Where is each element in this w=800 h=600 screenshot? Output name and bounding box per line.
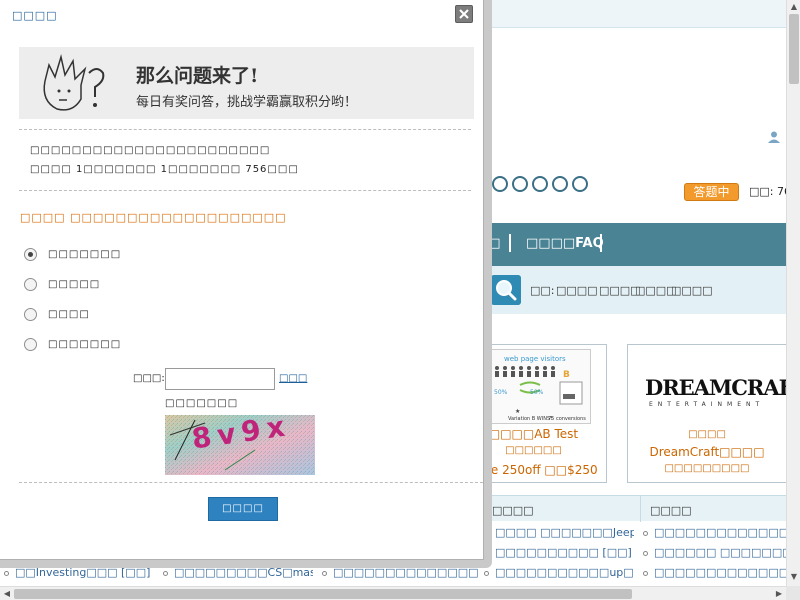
list-item[interactable]: □□□□□□□□□□□up□□□□□□□ — [484, 566, 634, 579]
scrollbar-corner — [786, 586, 800, 600]
answer-option-label: □□□□□□□ — [48, 338, 122, 350]
answer-option-label: □□□□□ — [48, 278, 101, 290]
radio-button[interactable] — [24, 247, 37, 261]
answering-button[interactable]: 答题中 — [684, 183, 739, 201]
ab-test-image-caption: web page visitors — [504, 355, 566, 363]
table-header-cell: □□□□ — [650, 504, 692, 517]
quiz-banner: 那么问题来了! 每日有奖问答，挑战学霸赢取积分哟！ — [19, 47, 474, 119]
svg-text:50%: 50% — [494, 389, 508, 396]
close-button[interactable] — [455, 5, 473, 23]
thinking-face-icon — [43, 54, 105, 111]
progress-dot — [532, 176, 548, 192]
list-item[interactable]: □□□□□□□□□□□□□□□□□□ [□□□ — [643, 566, 786, 579]
list-item[interactable]: □□□□□□ □□□□□□□□□□□□□□□□ — [643, 546, 786, 559]
radio-button[interactable] — [24, 277, 37, 291]
list-item[interactable]: □□□□□□□□□□ [□□] — [484, 546, 634, 559]
user-icon[interactable] — [767, 130, 781, 144]
nav-separator — [509, 234, 511, 252]
search-icon[interactable] — [491, 275, 521, 305]
vertical-scroll-thumb[interactable] — [789, 14, 799, 84]
divider — [19, 129, 471, 130]
svg-text:★: ★ — [515, 408, 520, 415]
dreamcraft-logo-text: DREAMCRAFT — [645, 375, 787, 400]
answer-option[interactable]: □□□□□ — [24, 276, 100, 292]
hot-search-label: □□: — [530, 284, 555, 297]
modal-title: □□□□ — [12, 9, 58, 22]
progress-dot — [492, 176, 508, 192]
divider — [19, 190, 471, 191]
promo-card-line2: DreamCraft□□□□ — [649, 445, 765, 459]
radio-button[interactable] — [24, 337, 37, 351]
question-title: □□□□ □□□□□□□□□□□□□□□□□□□ — [20, 211, 287, 224]
progress-dot — [552, 176, 568, 192]
hot-search-link[interactable]: □□□□ — [671, 284, 713, 297]
nav-separator — [600, 234, 602, 252]
list-item[interactable]: □□□□ □□□□□□□Jeep — [484, 526, 634, 539]
scroll-left-arrow-icon[interactable]: ◀ — [0, 587, 14, 600]
banner-subtitle: 每日有奖问答，挑战学霸赢取积分哟！ — [136, 95, 358, 110]
captcha-image[interactable]: 8v9x — [165, 415, 315, 475]
ab-test-image: web page visitors B 50% 50% ★ Variation … — [489, 349, 591, 424]
nav-item-faq[interactable]: □□□□FAQ — [526, 236, 604, 251]
table-header-divider — [640, 496, 641, 522]
question-intro: □□□□□□□□□□□□□□□□□□□□□□□ — [30, 145, 271, 156]
captcha-hint: □□□□□□□ — [165, 398, 239, 409]
svg-text:75 conversions: 75 conversions — [548, 416, 586, 422]
progress-dot — [512, 176, 528, 192]
captcha-label: □□□: — [133, 373, 165, 384]
divider — [19, 482, 483, 483]
answer-option[interactable]: □□□□□□□ — [24, 246, 121, 262]
scroll-right-arrow-icon[interactable]: ▶ — [772, 587, 786, 600]
question-meta: □□□□ 1□□□□□□□ 1□□□□□□□ 756□□□ — [30, 164, 299, 175]
promo-card-line3: □□□□□□□□□ — [664, 463, 750, 474]
scroll-down-arrow-icon[interactable]: ▼ — [787, 570, 800, 584]
radio-button[interactable] — [24, 307, 37, 321]
progress-dot — [572, 176, 588, 192]
svg-text:ENTERTAINMENT: ENTERTAINMENT — [649, 401, 764, 408]
horizontal-scroll-thumb[interactable] — [14, 589, 632, 599]
table-header-cell: □□□□ — [492, 504, 534, 517]
dreamcraft-logo: DREAMCRAFT ENTERTAINMENT — [643, 349, 800, 424]
close-icon — [459, 9, 469, 19]
captcha-input[interactable] — [165, 368, 275, 390]
answer-option[interactable]: □□□□ — [24, 306, 90, 322]
answer-option-label: □□□□□□□ — [48, 248, 122, 260]
captcha-refresh-link[interactable]: □□□ — [279, 373, 307, 384]
quiz-modal: □□□□ 那么问题来了! 每日有奖问答，挑战学霸赢取积分哟！ □□□□□□□□□… — [0, 0, 484, 560]
horizontal-scrollbar[interactable]: ◀ ▶ — [0, 586, 786, 600]
scroll-up-arrow-icon[interactable]: ▲ — [787, 0, 800, 14]
svg-text:B: B — [563, 370, 570, 380]
list-item[interactable]: □□□□□□□□□□□□□□□□□□□□ [□ — [643, 526, 786, 539]
submit-button[interactable]: □□□□ — [208, 497, 278, 521]
svg-text:Variation B WINS!: Variation B WINS! — [508, 416, 552, 422]
svg-text:50%: 50% — [530, 389, 544, 396]
vertical-scrollbar[interactable]: ▲ ▼ — [786, 0, 800, 588]
banner-title: 那么问题来了! — [136, 65, 259, 87]
hot-search-link[interactable]: □□□□ — [556, 284, 598, 297]
promo-card[interactable]: DREAMCRAFT ENTERTAINMENT □□□□ DreamCraft… — [627, 344, 800, 483]
answer-option-label: □□□□ — [48, 308, 90, 320]
answer-option[interactable]: □□□□□□□ — [24, 336, 121, 352]
promo-card-line1: □□□□ — [688, 429, 726, 440]
